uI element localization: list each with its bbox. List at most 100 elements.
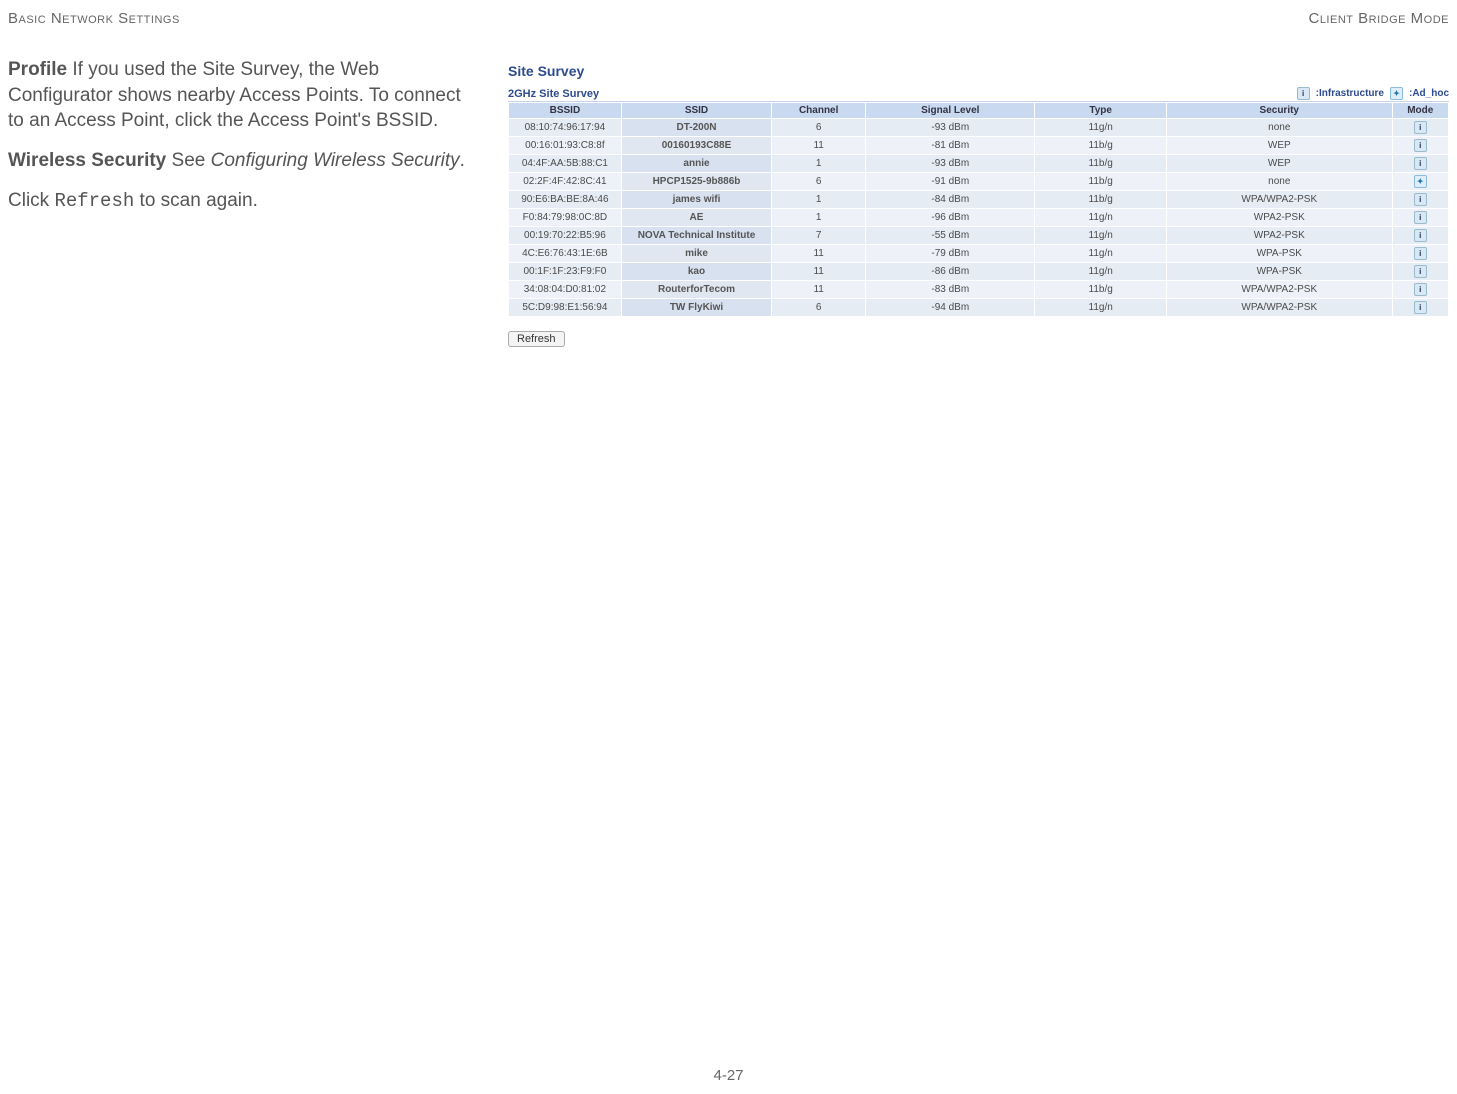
adhoc-icon: ✦ — [1414, 175, 1427, 188]
site-survey-subtitle: 2GHz Site Survey — [508, 88, 599, 100]
security-cell: WPA/WPA2-PSK — [1166, 191, 1392, 209]
security-cell: WPA/WPA2-PSK — [1166, 281, 1392, 299]
signal-cell: -91 dBm — [866, 173, 1035, 191]
channel-cell: 7 — [772, 227, 866, 245]
signal-cell: -93 dBm — [866, 155, 1035, 173]
ssid-cell: HPCP1525-9b886b — [621, 173, 771, 191]
security-cell: WPA/WPA2-PSK — [1166, 299, 1392, 317]
site-survey-title: Site Survey — [508, 63, 1449, 79]
type-cell: 11g/n — [1035, 263, 1167, 281]
site-survey-table: BSSID SSID Channel Signal Level Type Sec… — [508, 102, 1449, 317]
signal-cell: -96 dBm — [866, 209, 1035, 227]
table-row: 00:19:70:22:B5:96NOVA Technical Institut… — [509, 227, 1449, 245]
site-survey-panel: Site Survey 2GHz Site Survey i:Infrastru… — [508, 57, 1449, 347]
signal-cell: -93 dBm — [866, 119, 1035, 137]
channel-cell: 1 — [772, 209, 866, 227]
ssid-cell: mike — [621, 245, 771, 263]
infrastructure-icon: i — [1414, 247, 1427, 260]
ssid-cell: 00160193C88E — [621, 137, 771, 155]
channel-cell: 6 — [772, 299, 866, 317]
mode-cell: i — [1392, 209, 1448, 227]
bssid-cell[interactable]: F0:84:79:98:0C:8D — [509, 209, 622, 227]
type-cell: 11g/n — [1035, 299, 1167, 317]
signal-cell: -94 dBm — [866, 299, 1035, 317]
mode-cell: i — [1392, 191, 1448, 209]
mode-legend: i:Infrastructure ✦:Ad_hoc — [1297, 87, 1449, 100]
col-signal: Signal Level — [866, 103, 1035, 119]
security-cell: WPA2-PSK — [1166, 227, 1392, 245]
type-cell: 11b/g — [1035, 191, 1167, 209]
col-type: Type — [1035, 103, 1167, 119]
table-row: 00:1F:1F:23:F9:F0kao11-86 dBm11g/nWPA-PS… — [509, 263, 1449, 281]
profile-text: If you used the Site Survey, the Web Con… — [8, 59, 461, 131]
header-left: Basic Network Settings — [8, 10, 180, 27]
table-row: 02:2F:4F:42:8C:41HPCP1525-9b886b6-91 dBm… — [509, 173, 1449, 191]
infrastructure-icon: i — [1414, 283, 1427, 296]
ssid-cell: NOVA Technical Institute — [621, 227, 771, 245]
header-right: Client Bridge Mode — [1308, 10, 1449, 27]
table-row: 5C:D9:98:E1:56:94TW FlyKiwi6-94 dBm11g/n… — [509, 299, 1449, 317]
wireless-security-label: Wireless Security — [8, 150, 166, 171]
mode-cell: ✦ — [1392, 173, 1448, 191]
col-ssid: SSID — [621, 103, 771, 119]
mode-cell: i — [1392, 119, 1448, 137]
col-security: Security — [1166, 103, 1392, 119]
bssid-cell[interactable]: 00:16:01:93:C8:8f — [509, 137, 622, 155]
ssid-cell: AE — [621, 209, 771, 227]
table-row: 08:10:74:96:17:94DT-200N6-93 dBm11g/nnon… — [509, 119, 1449, 137]
bssid-cell[interactable]: 02:2F:4F:42:8C:41 — [509, 173, 622, 191]
type-cell: 11g/n — [1035, 227, 1167, 245]
signal-cell: -83 dBm — [866, 281, 1035, 299]
infrastructure-icon: i — [1414, 211, 1427, 224]
infrastructure-icon: i — [1414, 157, 1427, 170]
col-bssid: BSSID — [509, 103, 622, 119]
channel-cell: 6 — [772, 173, 866, 191]
table-row: 00:16:01:93:C8:8f00160193C88E11-81 dBm11… — [509, 137, 1449, 155]
mode-cell: i — [1392, 137, 1448, 155]
adhoc-icon: ✦ — [1390, 87, 1403, 100]
channel-cell: 11 — [772, 245, 866, 263]
security-cell: WPA-PSK — [1166, 245, 1392, 263]
type-cell: 11g/n — [1035, 245, 1167, 263]
infrastructure-icon: i — [1414, 121, 1427, 134]
refresh-literal: Refresh — [54, 190, 134, 212]
type-cell: 11b/g — [1035, 155, 1167, 173]
bssid-cell[interactable]: 5C:D9:98:E1:56:94 — [509, 299, 622, 317]
bssid-cell[interactable]: 34:08:04:D0:81:02 — [509, 281, 622, 299]
infrastructure-icon: i — [1414, 193, 1427, 206]
ssid-cell: kao — [621, 263, 771, 281]
channel-cell: 1 — [772, 155, 866, 173]
type-cell: 11g/n — [1035, 209, 1167, 227]
security-cell: none — [1166, 173, 1392, 191]
bssid-cell[interactable]: 04:4F:AA:5B:88:C1 — [509, 155, 622, 173]
table-row: 4C:E6:76:43:1E:6Bmike11-79 dBm11g/nWPA-P… — [509, 245, 1449, 263]
channel-cell: 11 — [772, 263, 866, 281]
bssid-cell[interactable]: 00:19:70:22:B5:96 — [509, 227, 622, 245]
channel-cell: 11 — [772, 281, 866, 299]
mode-cell: i — [1392, 299, 1448, 317]
col-mode: Mode — [1392, 103, 1448, 119]
infrastructure-icon: i — [1414, 265, 1427, 278]
bssid-cell[interactable]: 4C:E6:76:43:1E:6B — [509, 245, 622, 263]
infrastructure-icon: i — [1297, 87, 1310, 100]
security-cell: WEP — [1166, 137, 1392, 155]
security-cell: WPA-PSK — [1166, 263, 1392, 281]
bssid-cell[interactable]: 90:E6:BA:BE:8A:46 — [509, 191, 622, 209]
infrastructure-icon: i — [1414, 301, 1427, 314]
signal-cell: -81 dBm — [866, 137, 1035, 155]
mode-cell: i — [1392, 263, 1448, 281]
bssid-cell[interactable]: 08:10:74:96:17:94 — [509, 119, 622, 137]
channel-cell: 1 — [772, 191, 866, 209]
bssid-cell[interactable]: 00:1F:1F:23:F9:F0 — [509, 263, 622, 281]
type-cell: 11b/g — [1035, 281, 1167, 299]
wireless-security-link: Configuring Wireless Security — [211, 150, 460, 171]
security-cell: none — [1166, 119, 1392, 137]
page-number: 4-27 — [8, 1067, 1449, 1084]
refresh-button[interactable]: Refresh — [508, 331, 565, 347]
instruction-text: Profile If you used the Site Survey, the… — [8, 57, 478, 347]
signal-cell: -79 dBm — [866, 245, 1035, 263]
infrastructure-icon: i — [1414, 229, 1427, 242]
table-row: F0:84:79:98:0C:8DAE1-96 dBm11g/nWPA2-PSK… — [509, 209, 1449, 227]
table-row: 04:4F:AA:5B:88:C1annie1-93 dBm11b/gWEPi — [509, 155, 1449, 173]
table-row: 90:E6:BA:BE:8A:46james wifi1-84 dBm11b/g… — [509, 191, 1449, 209]
